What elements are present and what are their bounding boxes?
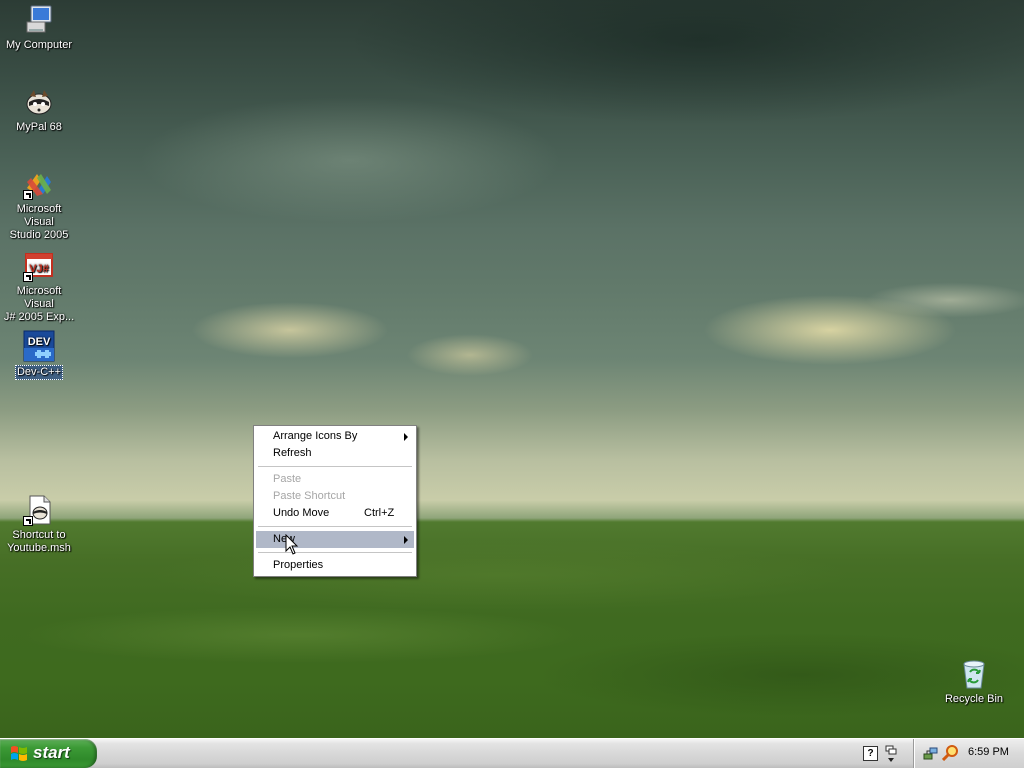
menu-separator [258, 552, 412, 553]
shortcut-arrow-icon [23, 272, 33, 282]
start-label: start [33, 743, 70, 762]
menu-item-label: Arrange Icons By [273, 430, 358, 442]
menu-item-label: Refresh [273, 447, 312, 459]
menu-item-arrange-icons-by[interactable]: Arrange Icons By [256, 428, 414, 445]
desktop-icon-label: My Computer [5, 39, 73, 51]
menu-item-label: Properties [273, 559, 324, 571]
submenu-arrow-icon [404, 536, 408, 544]
desktop-icon-label-line1: Shortcut to [12, 529, 66, 541]
double-arrow-icon[interactable] [884, 744, 898, 764]
desktop-icon-recycle-bin[interactable]: Recycle Bin [936, 658, 1012, 706]
desktop-icon-youtube-msh[interactable]: Shortcut to Youtube.msh [1, 494, 77, 555]
desktop-icon-my-computer[interactable]: My Computer [1, 4, 77, 52]
menu-item-label: Paste [273, 473, 302, 485]
vj-sharp-icon: VJ# [23, 250, 55, 282]
dev-cpp-icon: DEV [23, 330, 55, 362]
clock[interactable]: 6:59 PM [968, 746, 1009, 758]
desktop-icon-label-line2: Youtube.msh [7, 542, 71, 554]
desktop-context-menu: Arrange Icons By Refresh Paste Paste Sho… [253, 425, 417, 577]
menu-item-label: Undo Move [273, 507, 330, 519]
shortcut-arrow-icon [23, 516, 33, 526]
network-icon[interactable] [923, 745, 939, 761]
windows-logo-icon [11, 746, 27, 761]
desktop-icon-visual-studio[interactable]: Microsoft Visual Studio 2005 [1, 168, 77, 242]
desktop-icon-label: Recycle Bin [944, 693, 1004, 705]
desktop-wallpaper[interactable]: My Computer MyPal 68 Microsoft Visual St… [0, 0, 1024, 738]
taskbar: start ? 6:59 PM [0, 738, 1024, 768]
desktop-icon-mypal[interactable]: MyPal 68 [1, 86, 77, 134]
start-button[interactable]: start [0, 739, 97, 768]
menu-separator [258, 466, 412, 467]
menu-separator [258, 526, 412, 527]
computer-icon [23, 4, 55, 36]
system-tray: 6:59 PM [913, 739, 1024, 768]
menu-item-paste-shortcut: Paste Shortcut [256, 488, 414, 505]
desktop-icon-label: Dev-C++ [14, 365, 64, 380]
grass-hill [0, 515, 1024, 738]
recycle-bin-icon [958, 658, 990, 690]
desktop-icon-label-line2: Studio 2005 [9, 229, 69, 241]
desktop-icon-label-line2: J# 2005 Exp... [3, 311, 75, 323]
desktop-icon-label: MyPal 68 [16, 121, 62, 133]
menu-item-undo-move[interactable]: Undo Move Ctrl+Z [256, 505, 414, 522]
mouse-pointer-icon [285, 534, 299, 555]
search-magnifier-icon[interactable] [942, 744, 959, 761]
desktop-icon-visual-jsharp[interactable]: VJ# Microsoft Visual J# 2005 Exp... [1, 250, 77, 324]
menu-item-paste: Paste [256, 471, 414, 488]
menu-item-accelerator: Ctrl+Z [364, 507, 395, 519]
submenu-arrow-icon [404, 433, 408, 441]
desktop-icon-dev-cpp[interactable]: DEV Dev-C++ [1, 330, 77, 380]
menu-item-properties[interactable]: Properties [256, 557, 414, 574]
raccoon-icon [23, 86, 55, 118]
menu-item-refresh[interactable]: Refresh [256, 445, 414, 462]
script-file-icon [23, 494, 55, 526]
desktop-icon-label-line1: Microsoft Visual [16, 203, 62, 228]
dev-badge-text: DEV [28, 336, 51, 348]
desktop-icon-label-line1: Microsoft Visual [16, 285, 62, 310]
menu-item-label: Paste Shortcut [273, 490, 346, 502]
visual-studio-icon [23, 168, 55, 200]
shortcut-arrow-icon [23, 190, 33, 200]
help-icon[interactable]: ? [863, 746, 878, 761]
menu-item-new[interactable]: New [256, 531, 414, 548]
